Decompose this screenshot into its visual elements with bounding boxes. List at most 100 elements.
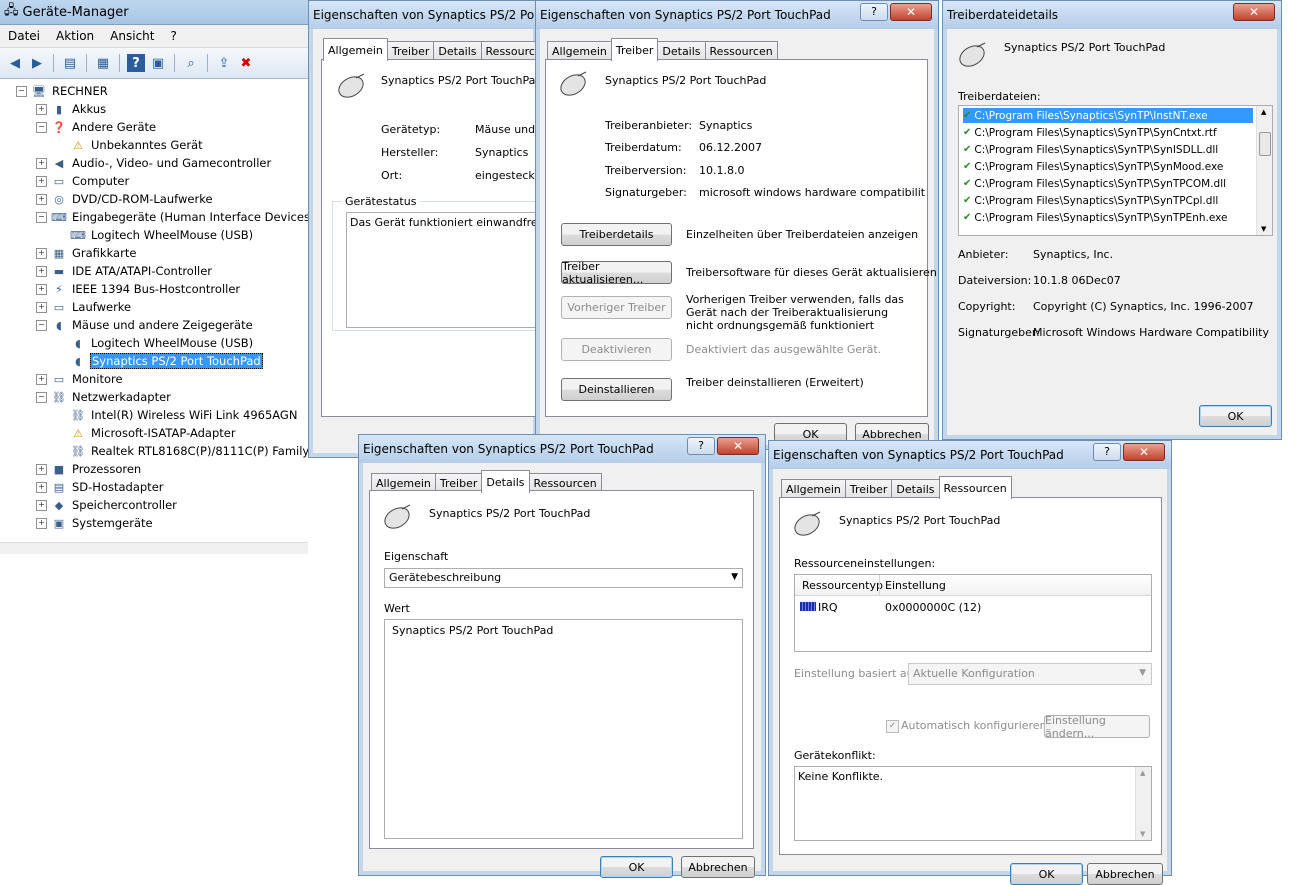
help-button[interactable]: ? [1093, 443, 1121, 461]
close-button[interactable]: ✕ [717, 437, 759, 455]
tree-node-label[interactable]: Systemgeräte [71, 516, 154, 530]
tab-details[interactable]: Details [891, 479, 940, 498]
tree-node[interactable]: − 🖥 RECHNER [16, 82, 109, 100]
conflict-scrollbar[interactable]: ▲ ▼ [1135, 767, 1151, 840]
tree-node[interactable]: ⛓ Realtek RTL8168C(P)/8111C(P) Family PC [56, 442, 308, 460]
tree-node-label[interactable]: Logitech WheelMouse (USB) [90, 228, 254, 242]
auto-config-checkbox[interactable]: ✓ [886, 720, 899, 733]
view-icon[interactable]: ▣ [149, 54, 167, 72]
tree-node-label[interactable]: Audio-, Video- und Gamecontroller [71, 156, 272, 170]
ok-button[interactable]: OK [1199, 405, 1272, 427]
tree-node-label[interactable]: Andere Geräte [71, 120, 157, 134]
tree-node[interactable]: + ▤ SD-Hostadapter [36, 478, 165, 496]
tab-allgemein[interactable]: Allgemein [781, 479, 846, 498]
tree-node-label[interactable]: Logitech WheelMouse (USB) [90, 336, 254, 350]
tree-node[interactable]: ⛓ Intel(R) Wireless WiFi Link 4965AGN [56, 406, 298, 424]
help-icon[interactable]: ? [127, 54, 145, 72]
expand-icon[interactable]: + [36, 193, 47, 205]
expand-icon[interactable]: + [36, 463, 47, 475]
tab-treiber[interactable]: Treiber [386, 41, 435, 60]
collapse-icon[interactable]: − [36, 319, 47, 331]
tree-node-label[interactable]: Netzwerkadapter [71, 390, 172, 404]
tree-node[interactable]: − ⛓ Netzwerkadapter [36, 388, 172, 406]
forward-icon[interactable]: ▶ [28, 54, 46, 72]
menu-help[interactable]: ? [162, 29, 184, 43]
tab-treiber[interactable]: Treiber [610, 38, 659, 61]
scroll-thumb[interactable] [1259, 132, 1271, 156]
collapse-icon[interactable]: − [16, 85, 27, 97]
driver-details-button[interactable]: Treiberdetails [561, 223, 672, 246]
tree-node[interactable]: ⌨ Logitech WheelMouse (USB) [56, 226, 254, 244]
tab-ressourcen[interactable]: Ressourcen [704, 41, 778, 60]
column-header-type[interactable]: Ressourcentyp [802, 579, 883, 592]
tree-node[interactable]: + ◎ DVD/CD-ROM-Laufwerke [36, 190, 214, 208]
ok-button[interactable]: OK [600, 856, 673, 878]
help-button[interactable]: ? [860, 3, 888, 21]
chevron-down-icon[interactable]: ▼ [1139, 668, 1146, 678]
show-hide-console-tree-icon[interactable]: ▤ [61, 54, 79, 72]
close-button[interactable]: ✕ [1123, 443, 1165, 461]
tree-node-label[interactable]: DVD/CD-ROM-Laufwerke [71, 192, 214, 206]
tree-node-label[interactable]: Microsoft-ISATAP-Adapter [90, 426, 237, 440]
ok-button[interactable]: OK [1010, 863, 1083, 885]
tree-node-label[interactable]: SD-Hostadapter [71, 480, 165, 494]
tree-node-label[interactable]: Synaptics PS/2 Port TouchPad [90, 353, 263, 369]
tree-node[interactable]: + ▬ IDE ATA/ATAPI-Controller [36, 262, 213, 280]
cancel-button[interactable]: Abbrechen [681, 856, 755, 878]
file-list-item[interactable]: ✔ C:\Program Files\Synaptics\SynTP\SynISD… [963, 142, 1218, 157]
expand-icon[interactable]: + [36, 265, 47, 277]
uninstall-icon[interactable]: ✖ [237, 54, 255, 72]
tree-node[interactable]: + ▭ Laufwerke [36, 298, 132, 316]
tree-node[interactable]: − ❓ Andere Geräte [36, 118, 157, 136]
tree-node[interactable]: + ▭ Monitore [36, 370, 124, 388]
chevron-down-icon[interactable]: ▼ [731, 572, 738, 582]
resource-setting-cell[interactable]: 0x0000000C (12) [885, 601, 981, 614]
file-list-item[interactable]: ✔ C:\Program Files\Synaptics\SynTP\InstNT… [963, 108, 1253, 123]
value-box[interactable]: Synaptics PS/2 Port TouchPad [384, 619, 743, 839]
tab-details[interactable]: Details [433, 41, 482, 60]
tab-details[interactable]: Details [481, 470, 530, 493]
file-list-item[interactable]: ✔ C:\Program Files\Synaptics\SynTP\SynTPE… [963, 210, 1227, 225]
cancel-button[interactable]: Abbrechen [1087, 863, 1163, 885]
scroll-up-icon[interactable]: ▲ [1261, 108, 1266, 116]
column-header-setting[interactable]: Einstellung [885, 579, 946, 592]
tree-node[interactable]: + ▮ Akkus [36, 100, 107, 118]
expand-icon[interactable]: + [36, 373, 47, 385]
properties-icon[interactable]: ▦ [94, 54, 112, 72]
file-list-item[interactable]: ✔ C:\Program Files\Synaptics\SynTP\SynCnt… [963, 125, 1217, 140]
tree-node[interactable]: + ■ Prozessoren [36, 460, 142, 478]
resource-type-cell[interactable]: IRQ [818, 601, 838, 614]
tree-node[interactable]: ⚠ Microsoft-ISATAP-Adapter [56, 424, 237, 442]
tree-node-label[interactable]: Realtek RTL8168C(P)/8111C(P) Family PC [90, 444, 308, 458]
file-list-item[interactable]: ✔ C:\Program Files\Synaptics\SynTP\SynTPC… [963, 176, 1226, 191]
tree-node-label[interactable]: Speichercontroller [71, 498, 178, 512]
tree-node-label[interactable]: Akkus [71, 102, 107, 116]
tree-node-label[interactable]: Prozessoren [71, 462, 142, 476]
tree-node[interactable]: − ◖ Mäuse und andere Zeigegeräte [36, 316, 254, 334]
tree-node-label[interactable]: Intel(R) Wireless WiFi Link 4965AGN [90, 408, 298, 422]
tab-allgemein[interactable]: Allgemein [547, 41, 612, 60]
tree-node[interactable]: + ▭ Computer [36, 172, 130, 190]
tree-node-label[interactable]: Eingabegeräte (Human Interface Devices) [71, 210, 308, 224]
tree-node[interactable]: + ◆ Speichercontroller [36, 496, 178, 514]
expand-icon[interactable]: + [36, 517, 47, 529]
update-driver-button[interactable]: Treiber aktualisieren... [561, 260, 672, 286]
property-select[interactable]: Gerätebeschreibung ▼ [384, 568, 743, 588]
menu-ansicht[interactable]: Ansicht [102, 29, 162, 43]
tree-node-label[interactable]: Grafikkarte [71, 246, 137, 260]
scroll-up-icon[interactable]: ▲ [1140, 769, 1145, 777]
tree-node-label[interactable]: RECHNER [51, 84, 109, 98]
tree-node[interactable]: − ⌨ Eingabegeräte (Human Interface Devices… [36, 208, 308, 226]
tree-node[interactable]: + ▦ Grafikkarte [36, 244, 137, 262]
expand-icon[interactable]: + [36, 175, 47, 187]
expand-icon[interactable]: + [36, 103, 47, 115]
expand-icon[interactable]: + [36, 283, 47, 295]
tree-node[interactable]: + ◀ Audio-, Video- und Gamecontroller [36, 154, 272, 172]
file-list-item[interactable]: ✔ C:\Program Files\Synaptics\SynTP\SynMoo… [963, 159, 1223, 174]
resource-table[interactable]: Ressourcentyp Einstellung IRQ 0x0000000C… [794, 574, 1152, 652]
tab-ressourcen[interactable]: Ressourcen [938, 476, 1012, 499]
file-list-item[interactable]: ✔ C:\Program Files\Synaptics\SynTP\SynTPC… [963, 193, 1218, 208]
tree-node-label[interactable]: Unbekanntes Gerät [90, 138, 204, 152]
update-driver-icon[interactable]: ⇪ [215, 54, 233, 72]
change-setting-button[interactable]: Einstellung ändern... [1044, 714, 1150, 740]
